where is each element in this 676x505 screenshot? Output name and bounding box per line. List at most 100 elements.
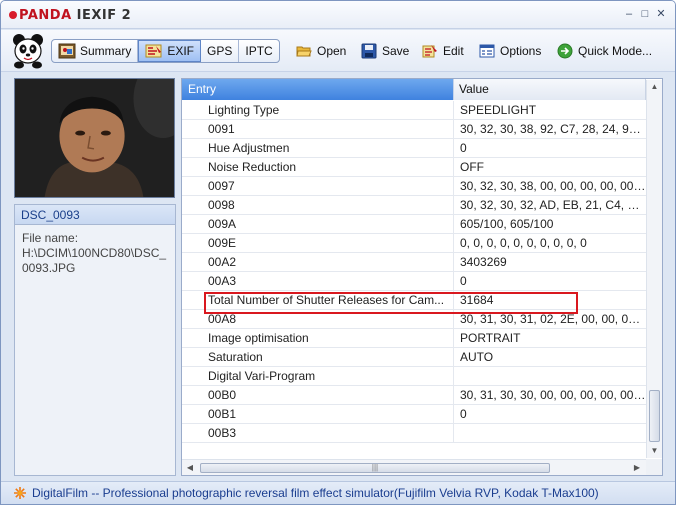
tab-iptc[interactable]: IPTC — [239, 40, 278, 62]
cell-entry: 0091 — [182, 120, 454, 138]
grid-rows: Lighting Type SPEEDLIGHT 0091 30, 32, 30, 3… — [182, 101, 646, 457]
quick-mode-label: Quick Mode... — [578, 44, 653, 58]
close-button[interactable]: ✕ — [655, 8, 667, 20]
table-row[interactable]: 0091 30, 32, 30, 38, 92, C7, 28, 24, 98, … — [182, 120, 646, 139]
tab-gps[interactable]: GPS — [201, 40, 240, 62]
column-header-value[interactable]: Value — [454, 79, 646, 100]
file-info-title: DSC_0093 — [15, 205, 175, 225]
cell-value — [454, 367, 646, 385]
exif-icon — [145, 44, 162, 58]
cell-value: AUTO — [460, 350, 494, 364]
open-label: Open — [317, 44, 347, 58]
scroll-down-arrow-icon[interactable]: ▼ — [647, 444, 662, 458]
tab-iptc-label: IPTC — [245, 44, 273, 58]
status-text[interactable]: DigitalFilm -- Professional photographic… — [32, 486, 599, 500]
open-button[interactable]: Open — [296, 41, 346, 61]
tab-exif[interactable]: EXIF — [138, 40, 202, 62]
logo-dot-icon — [9, 11, 17, 19]
maximize-button[interactable]: □ — [639, 8, 651, 20]
cell-entry: 00A8 — [182, 310, 454, 328]
cell-entry: 00A2 — [182, 253, 454, 271]
cell-entry: 009A — [182, 215, 454, 233]
table-row[interactable]: 00A3 0 — [182, 272, 646, 291]
cell-value: 605/100, 605/100 — [460, 217, 554, 231]
brand-name: PANDA — [19, 7, 72, 23]
view-tabs: Summary EXIF GPS IPTC — [51, 39, 280, 63]
cell-value: 0 — [460, 141, 467, 155]
edit-button[interactable]: Edit — [422, 41, 464, 61]
cell-entry: Lighting Type — [182, 101, 454, 119]
product-name: IEXIF 2 — [76, 7, 132, 23]
column-header-entry[interactable]: Entry — [182, 79, 454, 100]
exif-grid: Entry Value Lighting Type SPEEDLIGHT 0091 3… — [181, 78, 663, 476]
save-label: Save — [382, 44, 410, 58]
minimize-button[interactable]: – — [623, 8, 635, 20]
save-button[interactable]: Save — [361, 41, 409, 61]
summary-icon — [58, 43, 76, 59]
title-bar: PANDA IEXIF 2 – □ ✕ — [1, 1, 675, 29]
horizontal-scroll-thumb[interactable]: ||| — [200, 463, 550, 473]
table-row[interactable]: Total Number of Shutter Releases for Cam… — [182, 291, 646, 310]
cell-entry: Hue Adjustmen — [182, 139, 454, 157]
folder-open-icon — [296, 46, 312, 57]
file-info-panel: DSC_0093 File name: H:\DCIM\100NCD80\DSC… — [14, 204, 176, 476]
scroll-left-arrow-icon[interactable]: ◀ — [183, 461, 197, 475]
table-row[interactable]: 0097 30, 32, 30, 38, 00, 00, 00, 00, 00, … — [182, 177, 646, 196]
tab-summary-label: Summary — [80, 44, 132, 58]
cell-entry: 00B0 — [182, 386, 454, 404]
cell-entry: 0097 — [182, 177, 454, 195]
cell-value: 3403269 — [460, 255, 507, 269]
cell-entry: 00A3 — [182, 272, 454, 290]
app-logo: PANDA IEXIF 2 — [9, 7, 131, 23]
floppy-disk-icon — [361, 43, 377, 59]
cell-entry: 009E — [182, 234, 454, 252]
vertical-scrollbar[interactable]: ▲ ▼ — [646, 80, 662, 458]
table-row[interactable]: 00A8 30, 31, 30, 31, 02, 2E, 00, 00, 00, … — [182, 310, 646, 329]
arrow-right-circle-icon — [557, 43, 573, 59]
options-button[interactable]: Options — [479, 41, 541, 61]
table-row[interactable]: 009A 605/100, 605/100 — [182, 215, 646, 234]
cell-value: 31684 — [460, 293, 494, 307]
horizontal-scrollbar[interactable]: ◀ ||| ▶ — [182, 459, 646, 475]
cell-value: 0, 0, 0, 0, 0, 0, 0, 0, 0, 0 — [460, 236, 587, 250]
table-row[interactable]: 00A2 3403269 — [182, 253, 646, 272]
cell-value: 30, 32, 30, 38, 00, 00, 00, 00, 00, ... — [460, 179, 646, 193]
file-name-value: H:\DCIM\100NCD80\DSC_0093.JPG — [22, 246, 167, 275]
table-row[interactable]: Hue Adjustmen 0 — [182, 139, 646, 158]
quick-mode-button[interactable]: Quick Mode... — [557, 41, 652, 61]
cell-entry: Digital Vari-Program — [182, 367, 454, 385]
cell-value: 30, 32, 30, 32, AD, EB, 21, C4, 89,... — [460, 198, 646, 212]
cell-value: PORTRAIT — [460, 331, 521, 345]
table-row[interactable]: 00B3 — [182, 424, 646, 443]
table-row[interactable]: Digital Vari-Program — [182, 367, 646, 386]
options-label: Options — [500, 44, 542, 58]
table-row[interactable]: 00B1 0 — [182, 405, 646, 424]
edit-label: Edit — [443, 44, 464, 58]
options-icon — [479, 44, 495, 58]
photo-thumbnail — [14, 78, 175, 198]
scroll-up-arrow-icon[interactable]: ▲ — [647, 80, 662, 94]
cell-entry: 0098 — [182, 196, 454, 214]
table-row[interactable]: Saturation AUTO — [182, 348, 646, 367]
window-controls: – □ ✕ — [623, 8, 667, 20]
cell-value: 30, 31, 30, 30, 00, 00, 00, 00, 00, ... — [460, 388, 646, 402]
cell-value: 0 — [460, 274, 467, 288]
tab-exif-label: EXIF — [167, 44, 195, 58]
cell-value: OFF — [460, 160, 484, 174]
panda-mascot-icon — [13, 34, 43, 69]
scroll-right-arrow-icon[interactable]: ▶ — [630, 461, 644, 475]
file-info-body: File name: H:\DCIM\100NCD80\DSC_0093.JPG — [15, 225, 175, 282]
table-row[interactable]: 0098 30, 32, 30, 32, AD, EB, 21, C4, 89,.… — [182, 196, 646, 215]
file-name-label: File name: — [22, 231, 79, 245]
toolbar: Summary EXIF GPS IPTC Open Save Edit Opt… — [1, 30, 675, 72]
table-row[interactable]: 00B0 30, 31, 30, 30, 00, 00, 00, 00, 00, … — [182, 386, 646, 405]
table-row[interactable]: Image optimisation PORTRAIT — [182, 329, 646, 348]
grid-header: Entry Value — [182, 79, 662, 100]
table-row[interactable]: Noise Reduction OFF — [182, 158, 646, 177]
cell-entry: Image optimisation — [182, 329, 454, 347]
cell-entry: Total Number of Shutter Releases for Cam… — [182, 291, 454, 309]
tab-summary[interactable]: Summary — [52, 40, 139, 62]
table-row[interactable]: 009E 0, 0, 0, 0, 0, 0, 0, 0, 0, 0 — [182, 234, 646, 253]
table-row[interactable]: Lighting Type SPEEDLIGHT — [182, 101, 646, 120]
vertical-scroll-thumb[interactable] — [649, 390, 660, 442]
